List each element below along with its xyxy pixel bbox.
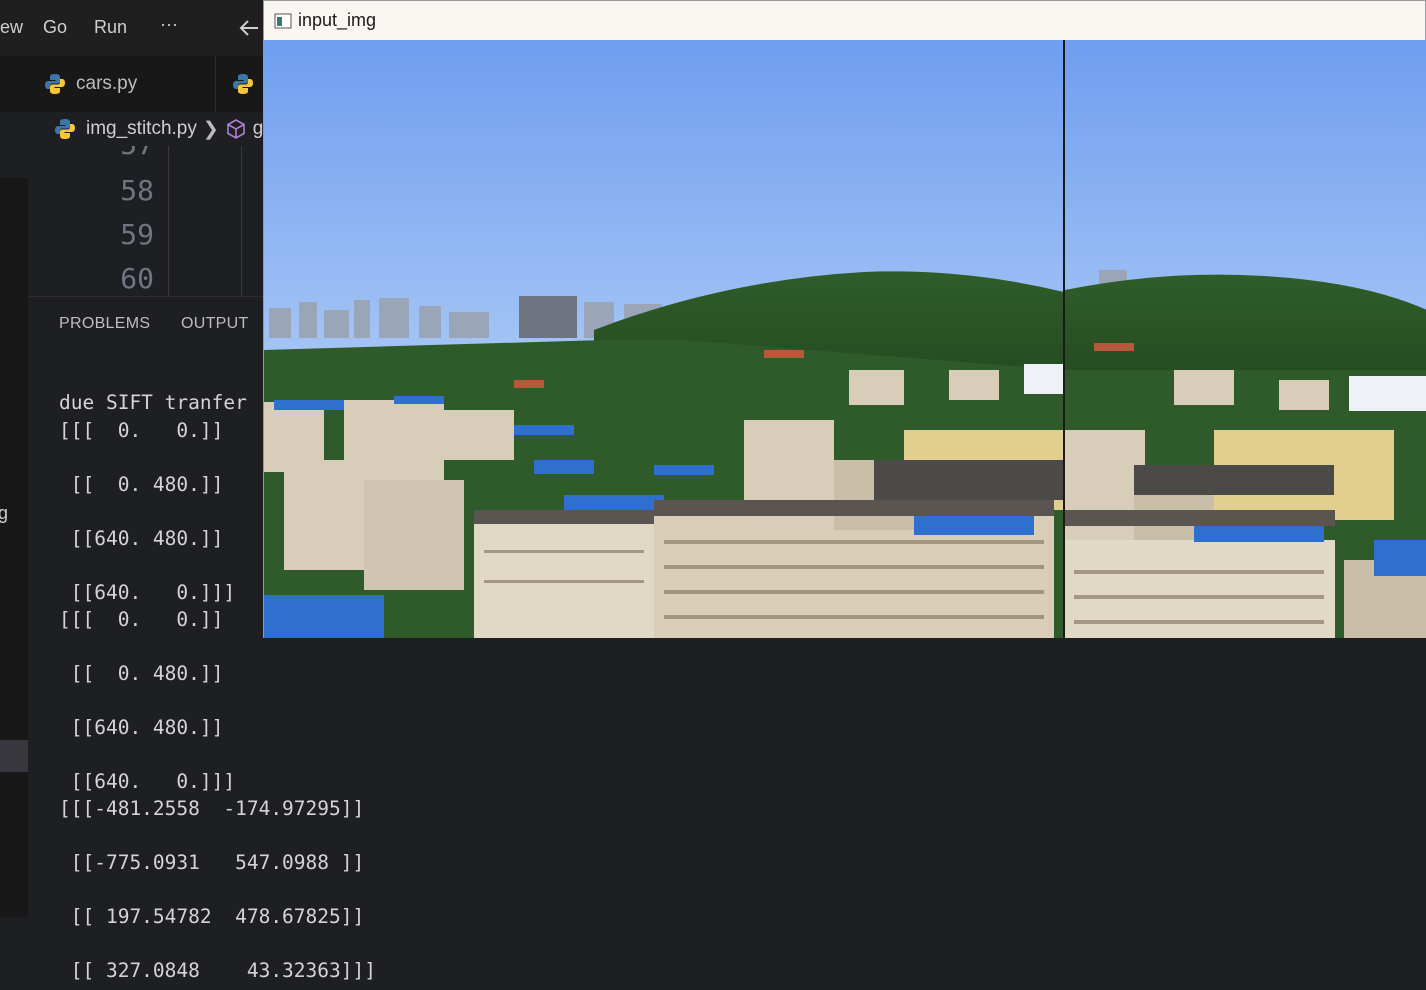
menu-go[interactable]: Go <box>43 17 67 38</box>
output-line: [[[ 0. 0.]] <box>59 419 224 442</box>
breadcrumb-file[interactable]: img_stitch.py <box>86 118 197 140</box>
output-line: [[ 197.54782 478.67825]] <box>59 905 365 928</box>
cube-symbol-icon <box>226 119 245 139</box>
tab-label: cars.py <box>76 73 138 94</box>
breadcrumb-symbol[interactable]: g <box>253 118 264 140</box>
line-number: 60 <box>120 262 154 295</box>
output-line: due SIFT tranfer <box>59 391 247 414</box>
menu-run[interactable]: Run <box>94 17 127 38</box>
stitched-city-photo <box>264 40 1426 638</box>
tab-problems[interactable]: PROBLEMS <box>59 315 150 333</box>
image-window-titlebar[interactable]: input_img <box>264 1 1425 40</box>
image-window[interactable]: input_img <box>263 0 1426 638</box>
output-line: [[ 0. 480.]] <box>59 662 224 685</box>
indent-guide <box>241 146 242 296</box>
output-line: [[ 327.0848 43.32363]]] <box>59 959 376 982</box>
menu-view[interactable]: ew <box>0 17 23 38</box>
line-number: 59 <box>120 218 154 251</box>
output-line: [[ 0. 480.]] <box>59 473 224 496</box>
output-line: [[640. 480.]] <box>59 527 224 550</box>
image-window-title: input_img <box>298 10 377 30</box>
tab-cars-py[interactable]: cars.py <box>28 56 216 112</box>
python-icon <box>233 74 253 94</box>
sidebar-text-fragment: g <box>0 503 9 523</box>
back-arrow-icon[interactable] <box>238 18 260 38</box>
tab-output[interactable]: OUTPUT <box>181 315 249 333</box>
output-line: [[[-481.2558 -174.97295]] <box>59 797 365 820</box>
window-app-icon <box>274 13 292 28</box>
line-number: 57 <box>90 146 154 161</box>
python-icon <box>55 119 75 139</box>
menu-more[interactable]: ··· <box>160 14 178 35</box>
sidebar-selected-item[interactable] <box>0 740 28 772</box>
output-line: [[[ 0. 0.]] <box>59 608 224 631</box>
line-number: 58 <box>120 174 154 207</box>
chevron-right-icon: ❯ <box>202 118 219 140</box>
output-line: [[640. 480.]] <box>59 716 224 739</box>
indent-guide <box>168 146 169 296</box>
output-line: [[640. 0.]]] <box>59 770 236 793</box>
output-line: [[640. 0.]]] <box>59 581 236 604</box>
output-line: [[-775.0931 547.0988 ]] <box>59 851 365 874</box>
python-icon <box>45 74 65 94</box>
